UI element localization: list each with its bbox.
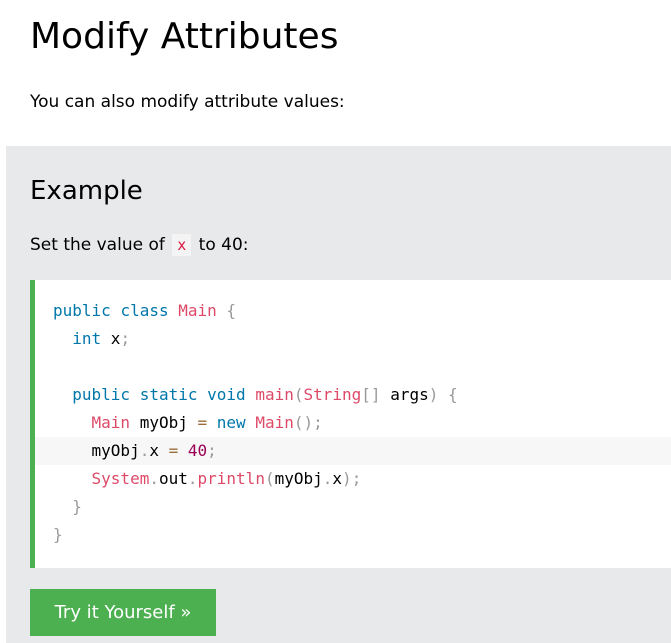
code-token: args <box>380 385 429 404</box>
code-token: ( <box>264 469 275 488</box>
code-token: void <box>207 385 246 404</box>
code-token: Main <box>255 413 294 432</box>
code-token: = <box>197 413 208 432</box>
code-token: class <box>120 301 169 320</box>
example-desc-text-before: Set the value of <box>30 235 171 255</box>
code-token: . <box>139 441 150 460</box>
code-token: { <box>226 301 237 320</box>
code-token: myObj <box>274 469 323 488</box>
code-token: ( <box>293 413 304 432</box>
code-token: x <box>332 469 343 488</box>
code-token: . <box>149 469 159 488</box>
code-token: x <box>149 441 169 460</box>
section-intro: You can also modify attribute values: <box>30 92 345 112</box>
example-panel: Example Set the value of x to 40: public… <box>6 146 671 643</box>
code-token: public <box>53 301 111 320</box>
code-token: } <box>53 525 63 544</box>
code-line: Main myObj = new Main(); <box>35 409 671 437</box>
code-line: } <box>35 493 671 521</box>
code-token: myObj <box>130 413 198 432</box>
code-line: public static void main(String[] args) { <box>35 381 671 409</box>
section-heading: Modify Attributes <box>30 16 339 57</box>
inline-code-x: x <box>172 234 192 256</box>
code-token: public <box>72 385 131 404</box>
code-token: ) <box>303 413 314 432</box>
code-token: . <box>322 469 333 488</box>
code-token: } <box>72 497 82 516</box>
code-token: ; <box>120 329 131 348</box>
code-token: System <box>91 469 150 488</box>
code-line: public class Main { <box>35 297 671 325</box>
code-line: int x; <box>35 325 671 353</box>
code-token: ; <box>313 413 323 432</box>
example-title: Example <box>30 176 143 206</box>
code-token: 40 <box>187 441 208 460</box>
code-token: new <box>216 413 246 432</box>
code-token: static <box>139 385 198 404</box>
code-token: { <box>448 385 458 404</box>
example-description: Set the value of x to 40: <box>30 232 249 258</box>
code-token: x <box>101 329 121 348</box>
code-token: Main <box>91 413 131 432</box>
code-token: Main <box>178 301 217 320</box>
code-token: main <box>255 385 294 404</box>
code-token: . <box>187 469 198 488</box>
code-token: ; <box>207 441 217 460</box>
code-token: ) <box>342 469 352 488</box>
code-token: ) <box>428 385 439 404</box>
code-line: } <box>35 521 671 549</box>
page: Modify Attributes You can also modify at… <box>0 0 671 643</box>
code-token: [ <box>361 385 371 404</box>
code-token: int <box>72 329 102 348</box>
code-line: myObj.x = 40; <box>35 437 671 465</box>
code-token: = <box>168 441 179 460</box>
code-token: myObj <box>53 441 140 460</box>
code-token: out <box>158 469 188 488</box>
code-token: println <box>197 469 265 488</box>
code-token: String <box>303 385 362 404</box>
code-token: ; <box>351 469 362 488</box>
example-desc-text-after: to 40: <box>193 235 249 255</box>
try-it-yourself-button[interactable]: Try it Yourself » <box>30 589 216 636</box>
code-line: System.out.println(myObj.x); <box>35 465 671 493</box>
code-block: public class Main { int x; public static… <box>30 280 671 568</box>
code-token: ] <box>370 385 381 404</box>
